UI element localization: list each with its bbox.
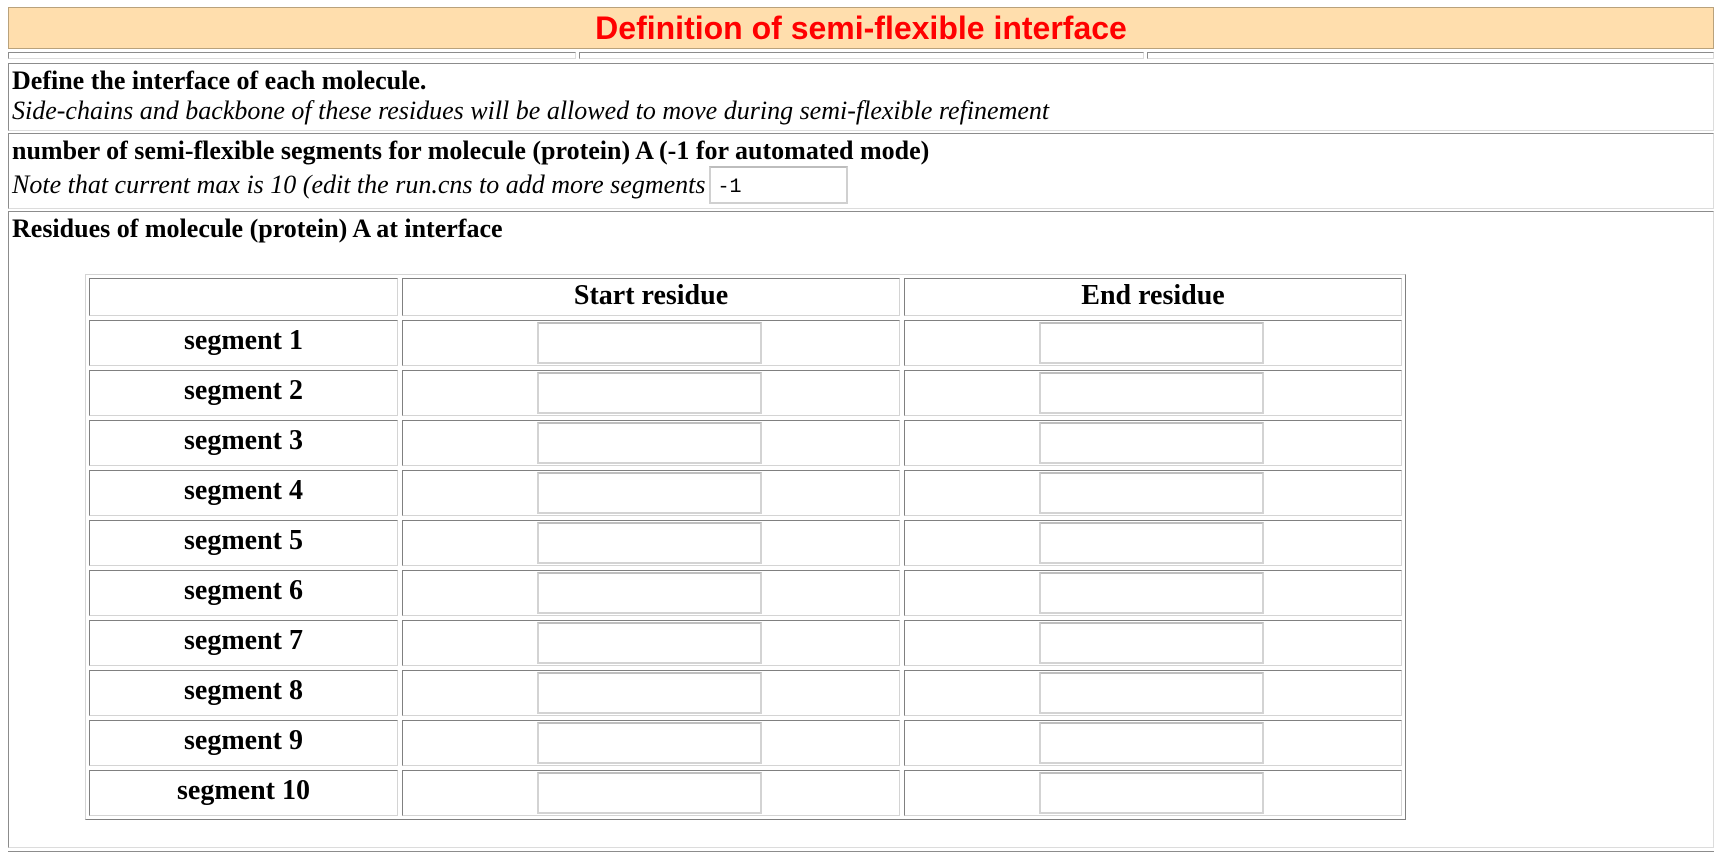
- segment-6-end-input[interactable]: [1039, 572, 1264, 614]
- page: Definition of semi-flexible interface De…: [0, 0, 1724, 858]
- bottom-separator: [8, 851, 1714, 857]
- start-residue-cell: [402, 320, 900, 366]
- segment-3-start-input[interactable]: [537, 422, 762, 464]
- segment-7-start-input[interactable]: [537, 622, 762, 664]
- separator-strip: [8, 52, 576, 59]
- intro-note: Side-chains and backbone of these residu…: [12, 96, 1050, 125]
- segment-label: segment 4: [89, 470, 398, 516]
- header-cell-empty: [89, 278, 398, 316]
- segment-3-end-input[interactable]: [1039, 422, 1264, 464]
- start-residue-cell: [402, 770, 900, 816]
- end-residue-cell: [904, 520, 1402, 566]
- segment-10-start-input[interactable]: [537, 772, 762, 814]
- segment-9-start-input[interactable]: [537, 722, 762, 764]
- residue-table: Start residue End residue segment 1 segme…: [85, 274, 1406, 820]
- segment-label: segment 1: [89, 320, 398, 366]
- segment-8-start-input[interactable]: [537, 672, 762, 714]
- segment-7-end-input[interactable]: [1039, 622, 1264, 664]
- segment-label: segment 7: [89, 620, 398, 666]
- start-residue-cell: [402, 420, 900, 466]
- header-end-residue: End residue: [904, 278, 1402, 316]
- end-residue-cell: [904, 320, 1402, 366]
- segment-5-end-input[interactable]: [1039, 522, 1264, 564]
- end-residue-cell: [904, 570, 1402, 616]
- end-residue-cell: [904, 620, 1402, 666]
- segment-1-end-input[interactable]: [1039, 322, 1264, 364]
- segment-2-end-input[interactable]: [1039, 372, 1264, 414]
- segment-4-start-input[interactable]: [537, 472, 762, 514]
- start-residue-cell: [402, 670, 900, 716]
- intro-heading: Define the interface of each molecule.: [12, 66, 427, 95]
- segment-count-section: number of semi-flexible segments for mol…: [8, 133, 1714, 209]
- segment-count-input[interactable]: [709, 166, 849, 205]
- start-residue-cell: [402, 570, 900, 616]
- segment-label: segment 3: [89, 420, 398, 466]
- segment-4-end-input[interactable]: [1039, 472, 1264, 514]
- start-residue-cell: [402, 370, 900, 416]
- segment-2-start-input[interactable]: [537, 372, 762, 414]
- segment-label: segment 8: [89, 670, 398, 716]
- segment-label: segment 5: [89, 520, 398, 566]
- end-residue-cell: [904, 720, 1402, 766]
- segment-10-end-input[interactable]: [1039, 772, 1264, 814]
- segment-label: segment 10: [89, 770, 398, 816]
- start-residue-cell: [402, 620, 900, 666]
- segment-count-row: Note that current max is 10 (edit the ru…: [12, 166, 1713, 205]
- segment-9-end-input[interactable]: [1039, 722, 1264, 764]
- segment-label: segment 9: [89, 720, 398, 766]
- segment-label: segment 6: [89, 570, 398, 616]
- end-residue-cell: [904, 670, 1402, 716]
- residues-heading: Residues of molecule (protein) A at inte…: [12, 214, 503, 243]
- end-residue-cell: [904, 770, 1402, 816]
- header-start-residue: Start residue: [402, 278, 900, 316]
- end-residue-cell: [904, 420, 1402, 466]
- start-residue-cell: [402, 520, 900, 566]
- end-residue-cell: [904, 470, 1402, 516]
- segment-1-start-input[interactable]: [537, 322, 762, 364]
- end-residue-cell: [904, 370, 1402, 416]
- intro-section: Define the interface of each molecule. S…: [8, 63, 1714, 131]
- segment-label: segment 2: [89, 370, 398, 416]
- segment-count-note: Note that current max is 10 (edit the ru…: [12, 170, 706, 199]
- separator-strip: [1147, 52, 1714, 59]
- segment-count-label: number of semi-flexible segments for mol…: [12, 136, 930, 165]
- segment-8-end-input[interactable]: [1039, 672, 1264, 714]
- segment-6-start-input[interactable]: [537, 572, 762, 614]
- page-title: Definition of semi-flexible interface: [8, 7, 1714, 49]
- start-residue-cell: [402, 720, 900, 766]
- segment-5-start-input[interactable]: [537, 522, 762, 564]
- separator-strip: [579, 52, 1144, 59]
- start-residue-cell: [402, 470, 900, 516]
